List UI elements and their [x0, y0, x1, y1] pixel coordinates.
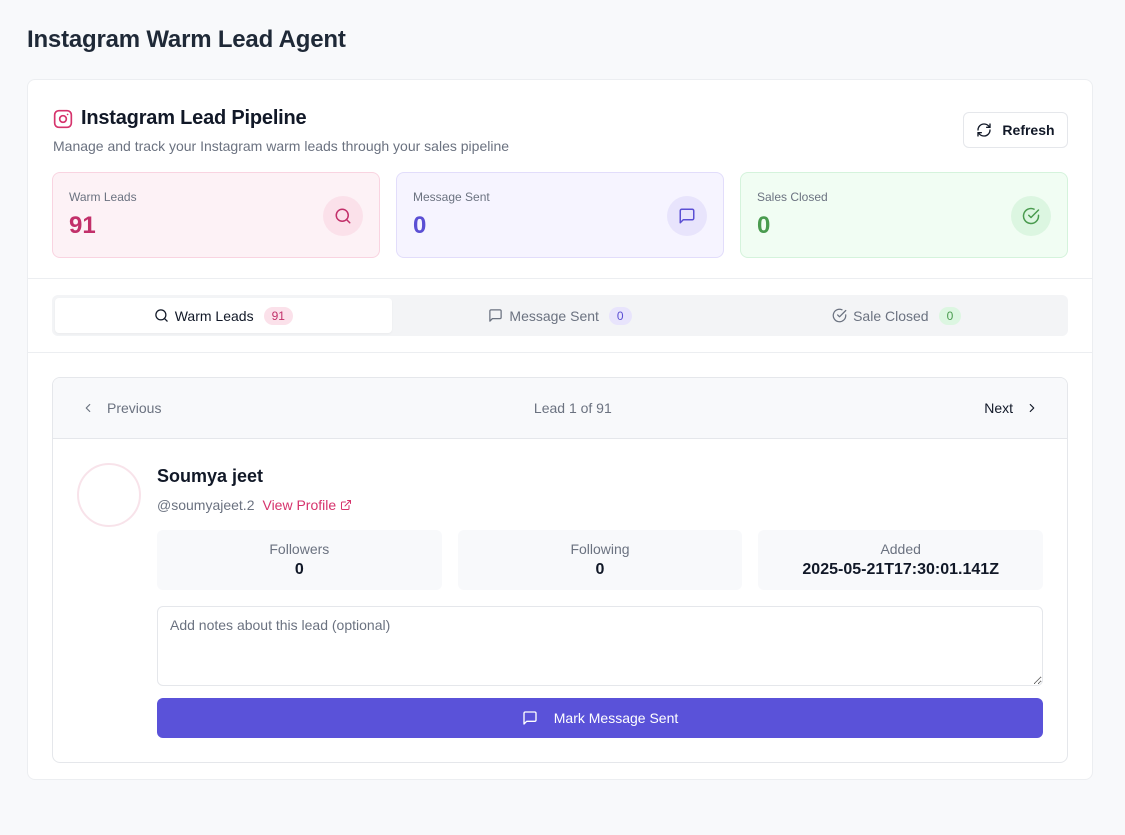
tab-label: Sale Closed — [853, 307, 929, 324]
lead-info: Soumya jeet @soumyajeet.2 View Profile F… — [157, 466, 1044, 738]
next-button[interactable]: Next — [984, 400, 1039, 416]
tab-sale-closed[interactable]: Sale Closed 0 — [728, 298, 1065, 333]
refresh-button[interactable]: Refresh — [963, 112, 1068, 148]
instagram-icon — [53, 109, 73, 129]
stats-row: Warm Leads 91 Message Sent 0 Sales Close… — [52, 172, 1068, 258]
refresh-icon — [976, 122, 992, 138]
next-label: Next — [984, 400, 1013, 416]
check-circle-icon — [1011, 196, 1051, 236]
metric-label: Followers — [269, 541, 330, 557]
stat-value: 91 — [69, 212, 96, 239]
pipeline-header: Instagram Lead Pipeline Manage and track… — [53, 107, 509, 154]
metric-following: Following 0 — [457, 530, 743, 590]
tab-count-badge: 0 — [938, 306, 962, 325]
avatar — [77, 463, 141, 527]
lead-counter: Lead 1 of 91 — [533, 400, 612, 416]
metric-added: Added 2025-05-21T17:30:01.141Z — [758, 530, 1044, 590]
metric-value: 0 — [595, 561, 605, 578]
tab-count-badge: 91 — [263, 306, 293, 325]
previous-button[interactable]: Previous — [81, 400, 161, 416]
tab-label: Message Sent — [509, 307, 599, 324]
metric-value: 2025-05-21T17:30:01.141Z — [802, 561, 999, 578]
lead-handle: @soumyajeet.2 — [157, 497, 255, 513]
stat-sales-closed: Sales Closed 0 — [740, 172, 1068, 258]
check-circle-icon — [832, 308, 847, 323]
stat-warm-leads: Warm Leads 91 — [52, 172, 380, 258]
pipeline-description: Manage and track your Instagram warm lea… — [53, 138, 510, 154]
mark-message-sent-label: Mark Message Sent — [553, 710, 679, 726]
tab-label: Warm Leads — [174, 307, 254, 324]
stat-value: 0 — [757, 212, 771, 239]
message-icon — [667, 196, 707, 236]
tab-message-sent[interactable]: Message Sent 0 — [392, 298, 729, 333]
lead-navigation: Previous Lead 1 of 91 Next — [53, 378, 1067, 439]
stat-message-sent: Message Sent 0 — [396, 172, 724, 258]
metric-followers: Followers 0 — [157, 530, 442, 590]
app-title: Instagram Warm Lead Agent — [27, 26, 346, 53]
metric-label: Following — [570, 541, 630, 557]
tab-count-badge: 0 — [608, 306, 632, 325]
search-icon — [154, 308, 169, 323]
message-icon — [488, 308, 503, 323]
divider — [28, 278, 1092, 279]
external-link-icon — [340, 499, 352, 511]
tab-warm-leads[interactable]: Warm Leads 91 — [55, 298, 392, 333]
stat-label: Message Sent — [413, 190, 490, 204]
lead-card: Previous Lead 1 of 91 Next Soumya jeet @… — [52, 377, 1068, 763]
pipeline-tabs: Warm Leads 91 Message Sent 0 Sale Closed… — [52, 295, 1068, 336]
stat-label: Warm Leads — [69, 190, 137, 204]
view-profile-label: View Profile — [262, 497, 337, 513]
lead-metrics: Followers 0 Following 0 Added 2025-05-21… — [157, 530, 1044, 590]
metric-label: Added — [880, 541, 921, 557]
chevron-left-icon — [81, 401, 95, 415]
view-profile-link[interactable]: View Profile — [262, 497, 352, 513]
message-icon — [522, 710, 538, 726]
notes-textarea[interactable] — [157, 606, 1043, 686]
refresh-label: Refresh — [1002, 122, 1055, 138]
handle-row: @soumyajeet.2 View Profile — [157, 497, 1043, 513]
previous-label: Previous — [107, 400, 162, 416]
divider — [28, 352, 1092, 353]
stat-value: 0 — [413, 212, 427, 239]
chevron-right-icon — [1025, 401, 1039, 415]
stat-label: Sales Closed — [757, 190, 828, 204]
mark-message-sent-button[interactable]: Mark Message Sent — [157, 698, 1043, 738]
metric-value: 0 — [294, 561, 304, 578]
pipeline-title: Instagram Lead Pipeline — [81, 107, 307, 129]
pipeline-card: Instagram Lead Pipeline Manage and track… — [27, 79, 1093, 780]
lead-name: Soumya jeet — [157, 466, 264, 486]
search-icon — [323, 196, 363, 236]
